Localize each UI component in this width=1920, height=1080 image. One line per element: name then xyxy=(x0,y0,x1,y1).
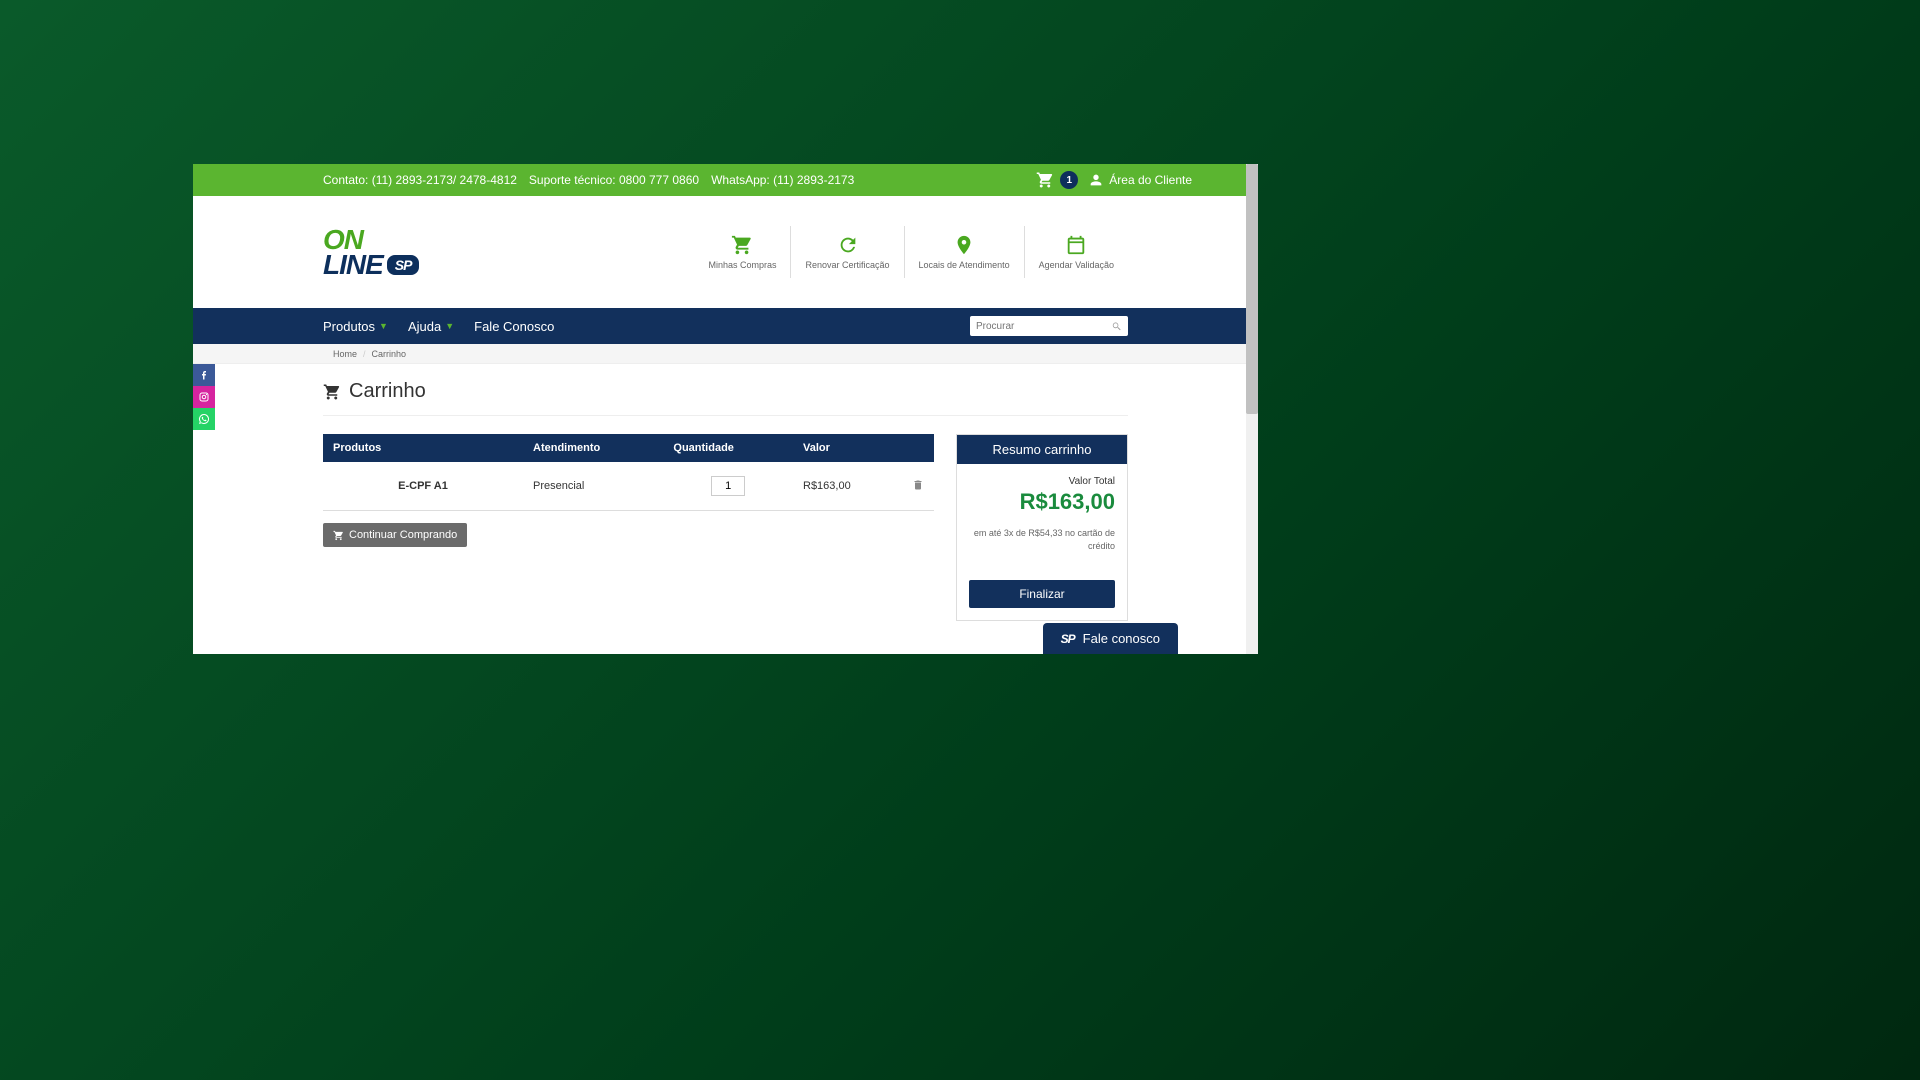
support-phone: Suporte técnico: 0800 777 0860 xyxy=(529,173,699,187)
cart-icon xyxy=(731,234,753,256)
header-action-label: Agendar Validação xyxy=(1039,260,1114,271)
header-action-agendar[interactable]: Agendar Validação xyxy=(1024,226,1128,279)
search-icon xyxy=(1111,321,1122,332)
cell-qty xyxy=(663,462,793,511)
cart-column: Produtos Atendimento Quantidade Valor E-… xyxy=(323,434,934,621)
nav-produtos[interactable]: Produtos ▼ xyxy=(323,319,388,334)
user-icon xyxy=(1088,172,1104,188)
client-area-label: Área do Cliente xyxy=(1109,173,1192,187)
header-action-compras[interactable]: Minhas Compras xyxy=(694,226,790,279)
continue-label: Continuar Comprando xyxy=(349,529,457,541)
search-box[interactable] xyxy=(970,316,1128,336)
cart-icon xyxy=(323,383,341,401)
client-area-link[interactable]: Área do Cliente xyxy=(1088,172,1192,188)
summary-column: Resumo carrinho Valor Total R$163,00 em … xyxy=(956,434,1128,621)
fale-label: Fale conosco xyxy=(1083,631,1160,646)
summary-total-value: R$163,00 xyxy=(969,489,1115,515)
summary-total-label: Valor Total xyxy=(969,476,1115,487)
summary-installment: em até 3x de R$54,33 no cartão de crédit… xyxy=(969,527,1115,552)
breadcrumb-current: Carrinho xyxy=(372,349,407,359)
topbar-contact-info: Contato: (11) 2893-2173/ 2478-4812 Supor… xyxy=(323,173,854,187)
breadcrumb-home[interactable]: Home xyxy=(333,349,357,359)
cell-delete xyxy=(902,462,934,511)
header-actions: Minhas Compras Renovar Certificação Loca… xyxy=(694,226,1128,279)
fale-conosco-float[interactable]: SP Fale conosco xyxy=(1043,623,1178,654)
continue-shopping-button[interactable]: Continuar Comprando xyxy=(323,523,467,547)
quantity-input[interactable] xyxy=(711,476,745,496)
topbar: Contato: (11) 2893-2173/ 2478-4812 Supor… xyxy=(193,164,1258,196)
table-row: E-CPF A1 Presencial R$163,00 xyxy=(323,462,934,511)
nav-ajuda[interactable]: Ajuda ▼ xyxy=(408,319,454,334)
navbar: Produtos ▼ Ajuda ▼ Fale Conosco xyxy=(193,308,1258,344)
instagram-button[interactable] xyxy=(193,386,215,408)
whatsapp-button[interactable] xyxy=(193,408,215,430)
cell-product: E-CPF A1 xyxy=(323,462,523,511)
calendar-icon xyxy=(1065,234,1087,256)
search-input[interactable] xyxy=(976,321,1111,332)
page-title: Carrinho xyxy=(349,380,426,403)
topbar-right: 1 Área do Cliente xyxy=(1036,171,1192,189)
cart-count-badge: 1 xyxy=(1060,171,1078,189)
logo-line: LINE xyxy=(323,252,383,277)
summary-box: Resumo carrinho Valor Total R$163,00 em … xyxy=(956,434,1128,621)
th-produtos: Produtos xyxy=(323,434,523,462)
contact-phone: Contato: (11) 2893-2173/ 2478-4812 xyxy=(323,173,517,187)
nav-label: Produtos xyxy=(323,319,375,334)
sp-icon: SP xyxy=(1061,632,1075,646)
logo-sp-badge: SP xyxy=(387,255,420,275)
logo[interactable]: ON LINE SP xyxy=(323,227,419,277)
th-quantidade: Quantidade xyxy=(663,434,793,462)
whatsapp-phone: WhatsApp: (11) 2893-2173 xyxy=(711,173,854,187)
header-action-label: Locais de Atendimento xyxy=(919,260,1010,271)
cart-table: Produtos Atendimento Quantidade Valor E-… xyxy=(323,434,934,511)
nav-fale-conosco[interactable]: Fale Conosco xyxy=(474,319,554,334)
th-valor: Valor xyxy=(793,434,902,462)
page-title-wrap: Carrinho xyxy=(323,364,1128,416)
browser-frame: Contato: (11) 2893-2173/ 2478-4812 Supor… xyxy=(193,164,1258,654)
facebook-button[interactable] xyxy=(193,364,215,386)
cell-value: R$163,00 xyxy=(793,462,902,511)
nav-menu: Produtos ▼ Ajuda ▼ Fale Conosco xyxy=(323,319,554,334)
cart-icon xyxy=(333,530,344,541)
instagram-icon xyxy=(198,391,210,403)
scrollbar-track xyxy=(1246,164,1258,654)
refresh-icon xyxy=(837,234,859,256)
header-action-label: Renovar Certificação xyxy=(805,260,889,271)
whatsapp-icon xyxy=(198,413,210,425)
caret-down-icon: ▼ xyxy=(445,321,454,331)
facebook-icon xyxy=(198,369,210,381)
header-action-renovar[interactable]: Renovar Certificação xyxy=(790,226,903,279)
location-icon xyxy=(953,234,975,256)
th-atendimento: Atendimento xyxy=(523,434,663,462)
nav-label: Fale Conosco xyxy=(474,319,554,334)
th-actions xyxy=(902,434,934,462)
cart-link[interactable]: 1 xyxy=(1036,171,1078,189)
finalize-button[interactable]: Finalizar xyxy=(969,580,1115,608)
trash-icon[interactable] xyxy=(912,479,924,491)
nav-label: Ajuda xyxy=(408,319,441,334)
header: ON LINE SP Minhas Compras Renovar Certif… xyxy=(193,196,1258,308)
breadcrumb: Home / Carrinho xyxy=(193,344,1258,364)
scrollbar-thumb[interactable] xyxy=(1246,164,1258,414)
summary-body: Valor Total R$163,00 em até 3x de R$54,3… xyxy=(957,464,1127,564)
social-sidebar xyxy=(193,364,215,430)
breadcrumb-separator: / xyxy=(363,349,366,359)
header-action-label: Minhas Compras xyxy=(708,260,776,271)
caret-down-icon: ▼ xyxy=(379,321,388,331)
summary-title: Resumo carrinho xyxy=(957,435,1127,464)
cart-icon xyxy=(1036,171,1054,189)
cell-service: Presencial xyxy=(523,462,663,511)
table-header-row: Produtos Atendimento Quantidade Valor xyxy=(323,434,934,462)
content: Produtos Atendimento Quantidade Valor E-… xyxy=(193,416,1258,621)
header-action-locais[interactable]: Locais de Atendimento xyxy=(904,226,1024,279)
